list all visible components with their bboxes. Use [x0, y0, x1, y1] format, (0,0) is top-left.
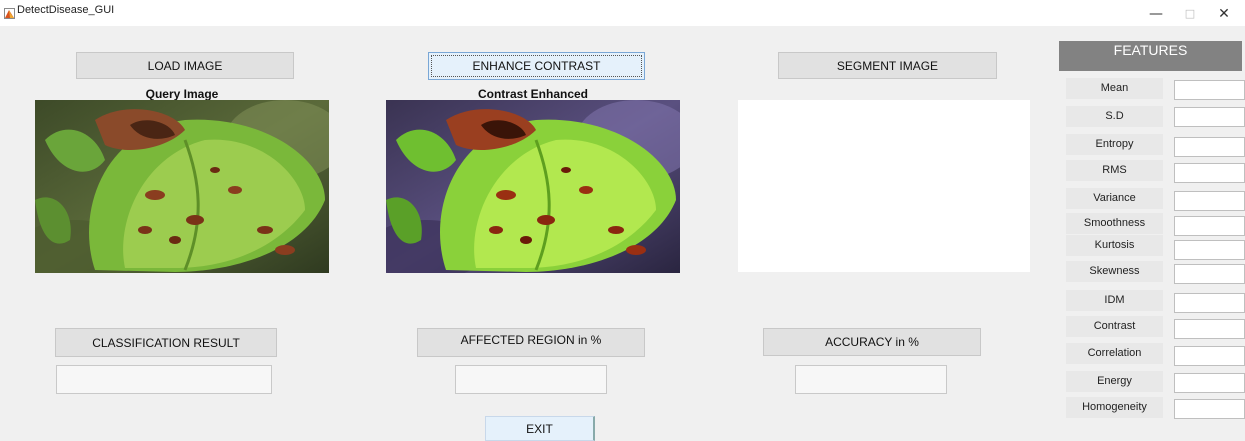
accuracy-button[interactable]: ACCURACY in %	[763, 328, 981, 356]
query-image-caption: Query Image	[145, 87, 219, 101]
feature-label-idm: IDM	[1066, 290, 1163, 311]
feature-label-smoothness: Smoothness	[1066, 213, 1163, 234]
feature-field-rms[interactable]	[1174, 163, 1245, 183]
feature-label-energy: Energy	[1066, 371, 1163, 392]
classification-result-field[interactable]	[56, 365, 272, 394]
feature-field-homogeneity[interactable]	[1174, 399, 1245, 419]
segment-image-button[interactable]: SEGMENT IMAGE	[778, 52, 997, 79]
maximize-icon[interactable]: □	[1180, 6, 1200, 22]
window-title: DetectDisease_GUI	[17, 4, 115, 16]
feature-field-sd[interactable]	[1174, 107, 1245, 127]
minimize-icon[interactable]: —	[1146, 6, 1166, 22]
enhance-contrast-button[interactable]: ENHANCE CONTRAST	[428, 52, 645, 80]
feature-label-correlation: Correlation	[1066, 343, 1163, 364]
accuracy-field[interactable]	[795, 365, 947, 394]
feature-field-idm[interactable]	[1174, 293, 1245, 313]
exit-button[interactable]: EXIT	[485, 416, 595, 441]
load-image-button[interactable]: LOAD IMAGE	[76, 52, 294, 79]
feature-label-kurtosis: Kurtosis	[1066, 235, 1163, 256]
feature-field-entropy[interactable]	[1174, 137, 1245, 157]
close-icon[interactable]: ✕	[1214, 6, 1234, 22]
feature-field-skewness[interactable]	[1174, 264, 1245, 284]
contrast-enhanced-image	[386, 100, 680, 273]
classification-result-button[interactable]: CLASSIFICATION RESULT	[55, 328, 277, 357]
segmented-image-axes	[738, 100, 1030, 272]
feature-label-mean: Mean	[1066, 78, 1163, 99]
feature-field-variance[interactable]	[1174, 191, 1245, 211]
feature-label-skewness: Skewness	[1066, 261, 1163, 282]
affected-region-field[interactable]	[455, 365, 607, 394]
query-image	[35, 100, 329, 273]
feature-field-smoothness[interactable]	[1174, 216, 1245, 236]
feature-label-contrast: Contrast	[1066, 316, 1163, 337]
feature-field-mean[interactable]	[1174, 80, 1245, 100]
feature-label-rms: RMS	[1066, 160, 1163, 181]
feature-field-kurtosis[interactable]	[1174, 240, 1245, 260]
feature-field-contrast[interactable]	[1174, 319, 1245, 339]
feature-label-variance: Variance	[1066, 188, 1163, 209]
affected-region-button[interactable]: AFFECTED REGION in %	[417, 328, 645, 357]
feature-label-homogeneity: Homogeneity	[1066, 397, 1163, 418]
feature-label-entropy: Entropy	[1066, 134, 1163, 155]
feature-field-energy[interactable]	[1174, 373, 1245, 393]
title-bar	[0, 0, 1245, 26]
feature-field-correlation[interactable]	[1174, 346, 1245, 366]
feature-label-sd: S.D	[1066, 106, 1163, 127]
features-header: FEATURES	[1059, 41, 1242, 71]
contrast-enhanced-caption: Contrast Enhanced	[477, 87, 588, 101]
matlab-figure-icon	[4, 6, 15, 19]
